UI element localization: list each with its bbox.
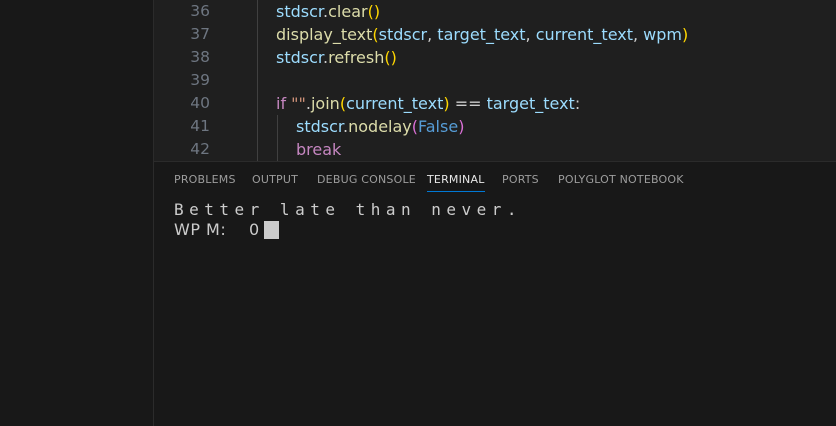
code-token: , [525, 25, 536, 44]
code-token: stdscr [296, 117, 344, 136]
panel-tabs: PROBLEMS OUTPUT DEBUG CONSOLE TERMINAL P… [154, 162, 836, 198]
code-line[interactable]: 40 if "".join(current_text) == target_tex… [154, 92, 836, 115]
code-token: : [574, 94, 581, 113]
terminal-cursor [264, 221, 279, 239]
tab-output[interactable]: OUTPUT [252, 173, 298, 191]
line-number: 39 [190, 71, 210, 89]
code-token: "" [291, 94, 306, 113]
code-token: target_text [437, 25, 526, 44]
line-number: 40 [190, 94, 210, 112]
code-line[interactable]: 36 stdscr.clear() [154, 0, 836, 23]
code-token: stdscr [276, 2, 324, 21]
terminal-output[interactable]: Better late than never. WP M: 0 [174, 200, 522, 240]
sidebar [0, 0, 154, 426]
code-token: current_text [346, 94, 444, 113]
code-token: join [310, 94, 340, 113]
code-line[interactable]: 39 [154, 69, 836, 92]
code-token: break [296, 140, 342, 159]
tab-ports[interactable]: PORTS [502, 173, 539, 191]
wpm-value: 0 [249, 220, 260, 239]
code-token: display_text [276, 25, 373, 44]
code-text: display_text(stdscr, target_text, curren… [276, 23, 688, 46]
code-token: if [276, 94, 292, 113]
vscode-window: 36 stdscr.clear() 37 display_text(stdscr, t… [0, 0, 836, 426]
line-number: 37 [190, 25, 210, 43]
terminal-wpm-line: WP M: 0 [174, 220, 522, 240]
code-text: break [296, 138, 341, 161]
line-number: 36 [190, 2, 210, 20]
code-token: , [427, 25, 438, 44]
code-line[interactable]: 41 stdscr.nodelay(False) [154, 115, 836, 138]
tab-terminal[interactable]: TERMINAL [427, 173, 485, 192]
code-token: () [384, 48, 397, 67]
bottom-panel: PROBLEMS OUTPUT DEBUG CONSOLE TERMINAL P… [154, 161, 836, 426]
tab-debug-console[interactable]: DEBUG CONSOLE [317, 173, 416, 191]
code-line[interactable]: 42 break [154, 138, 836, 161]
code-token: () [367, 2, 381, 21]
code-token: refresh [328, 48, 385, 67]
code-token: clear [328, 2, 368, 21]
code-token: target_text [486, 94, 575, 113]
code-token: == [449, 94, 487, 113]
code-text: stdscr.clear() [276, 0, 380, 23]
code-token: stdscr [276, 48, 324, 67]
tab-problems[interactable]: PROBLEMS [174, 173, 236, 191]
code-token: current_text [535, 25, 633, 44]
code-token: ) [682, 25, 689, 44]
code-line[interactable]: 38 stdscr.refresh() [154, 46, 836, 69]
code-token: stdscr [378, 25, 428, 44]
line-number: 41 [190, 117, 210, 135]
code-text: stdscr.refresh() [276, 46, 397, 69]
code-text: if "".join(current_text) == target_text: [276, 92, 580, 115]
tab-polyglot-notebook[interactable]: POLYGLOT NOTEBOOK [558, 173, 684, 191]
code-token: , [633, 25, 644, 44]
code-editor[interactable]: 36 stdscr.clear() 37 display_text(stdscr, t… [154, 0, 836, 161]
code-token: False [418, 117, 459, 136]
code-token: wpm [643, 25, 682, 44]
wpm-label: WP M: [174, 220, 227, 239]
line-number: 42 [190, 140, 210, 158]
code-token: nodelay [348, 117, 412, 136]
code-token: ) [458, 117, 465, 136]
code-text: stdscr.nodelay(False) [296, 115, 464, 138]
line-number: 38 [190, 48, 210, 66]
terminal-target-text: Better late than never. [174, 200, 523, 219]
code-line[interactable]: 37 display_text(stdscr, target_text, curr… [154, 23, 836, 46]
